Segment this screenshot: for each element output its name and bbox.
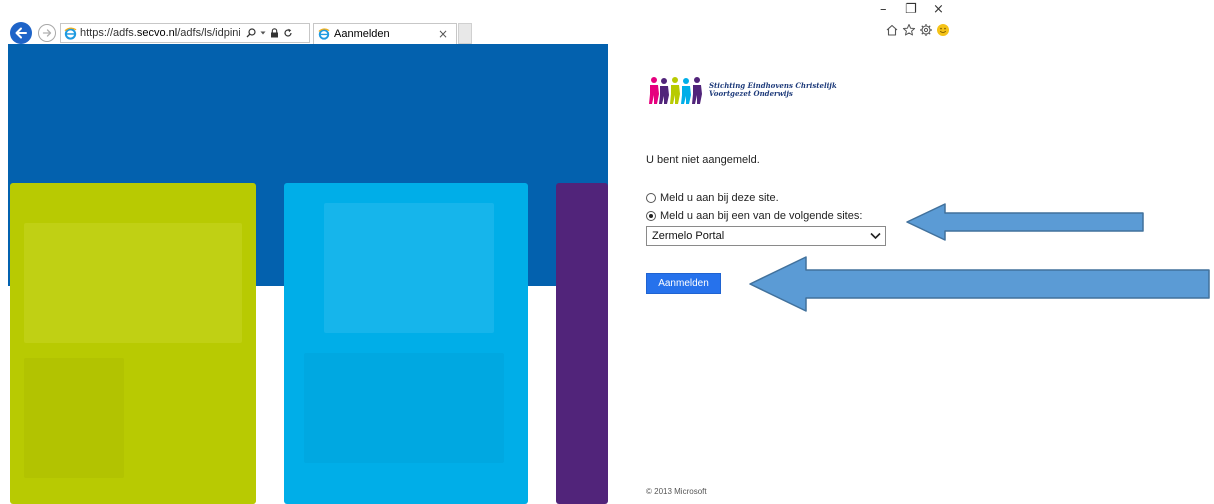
site-select-value: Zermelo Portal xyxy=(652,230,725,242)
option-other-site-label: Meld u aan bij een van de volgende sites… xyxy=(660,210,863,222)
url-host: secvo.nl xyxy=(136,27,178,39)
logo-text: Stichting Eindhovens Christelijk Voortge… xyxy=(709,82,837,98)
illustration-tile-cyan xyxy=(284,183,528,504)
browser-toolbar xyxy=(885,23,950,37)
settings-gear-icon[interactable] xyxy=(919,23,933,37)
illustration-tile-purple xyxy=(556,183,608,504)
minimize-button[interactable]: – xyxy=(880,2,887,17)
chevron-down-icon xyxy=(870,232,881,240)
back-button[interactable] xyxy=(10,22,32,44)
smiley-feedback-icon[interactable] xyxy=(936,23,950,37)
illustration-panel xyxy=(8,44,608,504)
arrow-left-icon xyxy=(15,27,27,39)
organization-logo: Stichting Eindhovens Christelijk Voortge… xyxy=(648,76,837,104)
ie-logo-icon xyxy=(318,28,330,40)
url-prefix: https://adfs. xyxy=(80,27,137,39)
address-bar-icons xyxy=(246,28,293,38)
address-bar[interactable]: https://adfs.secvo.nl/adfs/ls/idpinitiat… xyxy=(60,23,310,43)
site-select[interactable]: Zermelo Portal xyxy=(646,226,886,246)
forward-button[interactable] xyxy=(38,24,56,42)
new-tab-button[interactable] xyxy=(458,23,472,44)
tab-close-icon[interactable]: × xyxy=(438,27,448,41)
sign-in-button[interactable]: Aanmelden xyxy=(646,273,721,294)
home-icon[interactable] xyxy=(885,23,899,37)
radio-other-site[interactable] xyxy=(646,211,656,221)
illustration-tile-green xyxy=(10,183,256,504)
copyright-footer: © 2013 Microsoft xyxy=(646,487,707,496)
search-icon[interactable] xyxy=(246,28,256,38)
option-this-site[interactable]: Meld u aan bij deze site. xyxy=(646,192,779,204)
option-this-site-label: Meld u aan bij deze site. xyxy=(660,192,779,204)
dropdown-arrow-icon[interactable] xyxy=(260,30,266,36)
refresh-icon[interactable] xyxy=(283,28,293,38)
close-window-button[interactable]: × xyxy=(933,2,944,17)
ie-logo-icon xyxy=(64,27,77,40)
url-path: /adfs/ls/idpinitiatedsignon.as xyxy=(177,27,240,39)
url-text[interactable]: https://adfs.secvo.nl/adfs/ls/idpinitiat… xyxy=(80,27,240,39)
lock-icon[interactable] xyxy=(270,28,279,38)
favorites-star-icon[interactable] xyxy=(902,23,916,37)
sign-in-status: U bent niet aangemeld. xyxy=(646,154,760,166)
tab-aanmelden[interactable]: Aanmelden × xyxy=(313,23,457,44)
radio-this-site[interactable] xyxy=(646,193,656,203)
arrow-right-icon xyxy=(42,29,52,37)
annotation-arrow-button xyxy=(749,256,1210,312)
people-figures-icon xyxy=(649,77,702,104)
logo-line-2: Voortgezet Onderwijs xyxy=(709,89,793,98)
browser-chrome: https://adfs.secvo.nl/adfs/ls/idpinitiat… xyxy=(0,0,1214,44)
annotation-arrow-select xyxy=(906,203,1144,241)
option-other-site[interactable]: Meld u aan bij een van de volgende sites… xyxy=(646,210,862,222)
tab-title: Aanmelden xyxy=(334,28,390,40)
restore-button[interactable]: ❐ xyxy=(905,2,917,17)
